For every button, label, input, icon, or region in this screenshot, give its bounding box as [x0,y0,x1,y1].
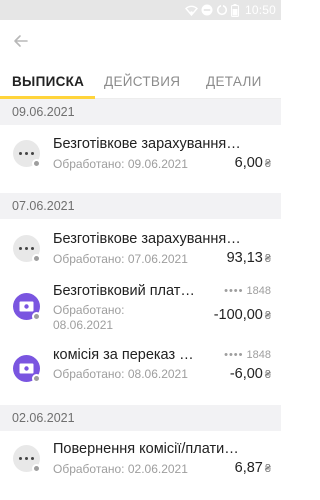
status-dot [32,374,41,383]
wifi-icon [185,5,198,16]
do-not-disturb-icon [201,4,213,16]
more-dots-icon [13,235,41,263]
sync-icon [216,4,228,16]
transaction-row[interactable]: Безготівкове зарахування… Обработано: 07… [0,219,281,279]
transaction-row[interactable]: Повернення комісії/плати… Обработано: 02… [0,431,281,491]
status-icons: 10:50 [185,3,276,17]
date-header: 07.06.2021 [0,193,281,219]
status-dot [32,464,41,473]
tab-actions[interactable]: ДЕЙСТВИЯ [104,74,180,89]
transaction-amount: 6,87 ₴ [234,460,271,476]
tab-indicator [0,96,95,99]
arrow-left-icon[interactable] [11,31,31,51]
banknote-icon [13,293,41,321]
transaction-processed-date: 08.06.2021 [53,318,114,332]
battery-icon [230,3,239,17]
status-bar: 10:50 [0,0,281,20]
currency-icon: ₴ [264,369,271,381]
transaction-title: Безготівковий плат… [53,283,195,299]
transaction-title: комісія за переказ … [53,347,194,363]
date-header: 02.06.2021 [0,405,281,431]
currency-icon: ₴ [264,253,271,265]
transaction-processed: Обработано: 09.06.2021 [53,157,188,171]
transaction-row[interactable]: Безготівковий плат… •••• 1848 Обработано:… [0,279,281,345]
currency-icon: ₴ [264,310,271,322]
currency-icon: ₴ [264,463,271,475]
date-header: 09.06.2021 [0,99,281,125]
transaction-amount: 93,13 ₴ [226,250,271,266]
transaction-title: Повернення комісії/плати… [53,441,239,457]
transaction-processed: Обработано: 07.06.2021 [53,252,188,266]
tab-statement[interactable]: ВЫПИСКА [12,74,84,89]
transaction-amount: -6,00 ₴ [229,366,271,382]
transaction-row[interactable]: Безготівкове зарахування… Обработано: 09… [0,125,281,181]
toolbar [0,20,281,62]
card-number: •••• 1848 [224,349,271,361]
transaction-processed-label: Обработано: [53,303,125,317]
status-dot [32,254,41,263]
transaction-amount: 6,00 ₴ [234,155,271,171]
transaction-title: Безготівкове зарахування… [53,231,241,247]
more-dots-icon [13,445,41,473]
more-dots-icon [13,140,41,168]
transaction-amount: -100,00 ₴ [213,307,271,323]
tab-details[interactable]: ДЕТАЛИ [206,74,262,89]
transaction-title: Безготівкове зарахування… [53,136,241,152]
transaction-processed: Обработано: 08.06.2021 [53,367,188,381]
status-dot [32,312,41,321]
tab-bar: ВЫПИСКА ДЕЙСТВИЯ ДЕТАЛИ [0,62,281,99]
card-number: •••• 1848 [224,285,271,297]
transaction-row[interactable]: комісія за переказ … •••• 1848 Обработано… [0,345,281,401]
transaction-processed: Обработано: 02.06.2021 [53,462,188,476]
banknote-icon [13,355,41,383]
status-dot [32,159,41,168]
currency-icon: ₴ [264,158,271,170]
clock: 10:50 [244,3,276,17]
